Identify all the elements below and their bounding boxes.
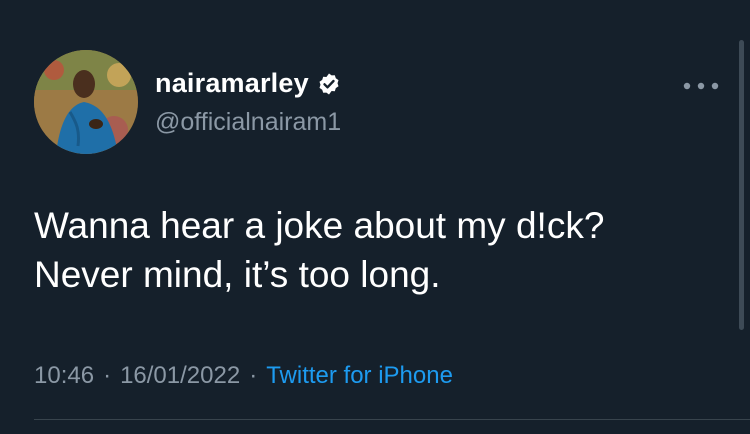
tweet-source-link[interactable]: Twitter for iPhone [266,362,453,390]
avatar-image [34,50,138,154]
tweet-card: nairamarley @officialnairam1 Wanna hear … [0,0,750,434]
author-name-row[interactable]: nairamarley [155,68,341,99]
tweet-meta: 10:46 · 16/01/2022 · Twitter for iPhone [34,362,453,390]
verified-badge-icon [317,72,341,96]
user-handle[interactable]: @officialnairam1 [155,108,341,137]
meta-separator: · [249,362,258,389]
display-name[interactable]: nairamarley [155,68,309,99]
avatar[interactable] [34,50,138,154]
tweet-date[interactable]: 16/01/2022 [120,362,240,390]
meta-separator: · [103,362,112,389]
scrollbar[interactable] [739,40,744,330]
tweet-text: Wanna hear a joke about my d!ck? Never m… [34,205,605,295]
divider [34,419,750,420]
more-options-icon[interactable] [681,74,721,98]
tweet-time[interactable]: 10:46 [34,362,94,390]
